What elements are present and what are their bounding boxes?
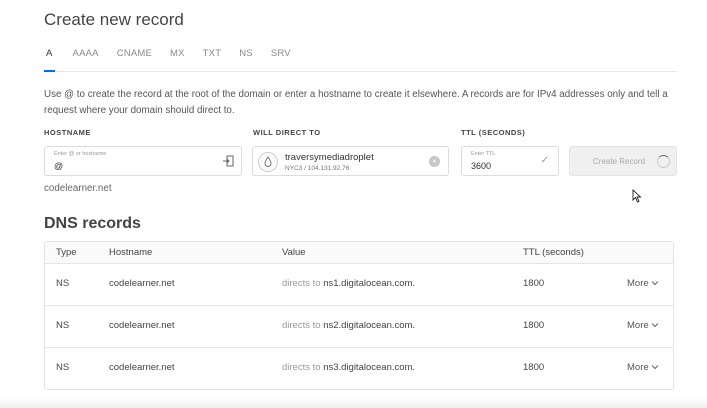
record-hostname: codelearner.net [109,320,175,331]
table-header: Type Hostname Value TTL (seconds) [45,242,673,264]
create-record-button[interactable]: Create Record [569,146,677,176]
ttl-input[interactable]: Enter TTL 3600 ✓ [461,146,559,176]
ttl-value: 3600 [471,161,492,171]
dns-records-heading: DNS records [44,215,141,232]
record-description: Use @ to create the record at the root o… [44,89,668,116]
record-target: ns2.digitalocean.com. [323,320,416,331]
tab-cname[interactable]: CNAME [117,47,152,72]
record-type: NS [56,278,70,289]
tab-srv[interactable]: SRV [271,47,291,72]
chevron-down-icon [651,365,659,370]
record-type: NS [56,362,70,373]
chevron-down-icon [651,323,659,328]
hostname-label: HOSTNAME [44,128,91,137]
directs-to-label: directs to [282,278,321,289]
more-button[interactable]: More [627,264,659,304]
will-direct-to-select[interactable]: traversymediadroplet NYC3 / 104.131.92.7… [252,146,449,176]
more-button[interactable]: More [627,348,659,388]
column-value: Value [282,247,306,258]
tab-mx[interactable]: MX [170,47,185,72]
will-direct-to-label: WILL DIRECT TO [253,128,321,137]
record-target: ns1.digitalocean.com. [323,278,416,289]
hostname-value: @ [54,161,64,171]
tab-a[interactable]: A [44,47,55,72]
tab-txt[interactable]: TXT [203,47,222,72]
droplet-icon [258,152,278,172]
chevron-down-icon [651,281,659,286]
column-ttl: TTL (seconds) [523,247,584,258]
mouse-pointer-icon [632,189,642,203]
directs-to-label: directs to [282,362,321,373]
more-button[interactable]: More [627,306,659,346]
hostname-input[interactable]: Enter @ or hostname @ [44,146,242,176]
table-row: NS codelearner.net directs to ns1.digita… [45,264,673,306]
spinner-icon [657,155,670,168]
clear-icon[interactable]: × [429,156,440,167]
hostname-placeholder: Enter @ or hostname [54,151,107,157]
ttl-label: TTL (SECONDS) [461,128,526,137]
table-row: NS codelearner.net directs to ns2.digita… [45,306,673,348]
record-value: directs to ns2.digitalocean.com. [282,306,415,346]
record-type: NS [56,320,70,331]
record-hostname: codelearner.net [109,362,175,373]
column-type: Type [56,247,77,258]
page-title: Create new record [44,10,184,29]
record-value: directs to ns1.digitalocean.com. [282,264,415,304]
check-icon: ✓ [540,155,549,166]
record-ttl: 1800 [523,362,545,373]
table-row: NS codelearner.net directs to ns3.digita… [45,348,673,389]
record-type-tabs: A AAAA CNAME MX TXT NS SRV [44,47,677,72]
bottom-fade [0,398,707,408]
more-label: More [627,320,649,331]
record-ttl: 1800 [523,320,545,331]
record-hostname: codelearner.net [109,278,175,289]
droplet-region-ip: NYC3 / 104.131.92.76 [285,165,350,172]
insert-icon[interactable] [222,155,234,167]
domain-name: codelearner.net [44,183,112,194]
record-target: ns3.digitalocean.com. [323,362,416,373]
tab-aaaa[interactable]: AAAA [73,47,99,72]
dns-records-table: Type Hostname Value TTL (seconds) NS cod… [44,241,674,390]
tab-ns[interactable]: NS [239,47,253,72]
record-ttl: 1800 [523,278,545,289]
more-label: More [627,362,649,373]
ttl-placeholder: Enter TTL [471,151,496,157]
directs-to-label: directs to [282,320,321,331]
record-value: directs to ns3.digitalocean.com. [282,348,415,388]
more-label: More [627,278,649,289]
column-hostname: Hostname [109,247,153,258]
droplet-name: traversymediadroplet [285,152,374,163]
create-record-label: Create Record [593,156,646,166]
